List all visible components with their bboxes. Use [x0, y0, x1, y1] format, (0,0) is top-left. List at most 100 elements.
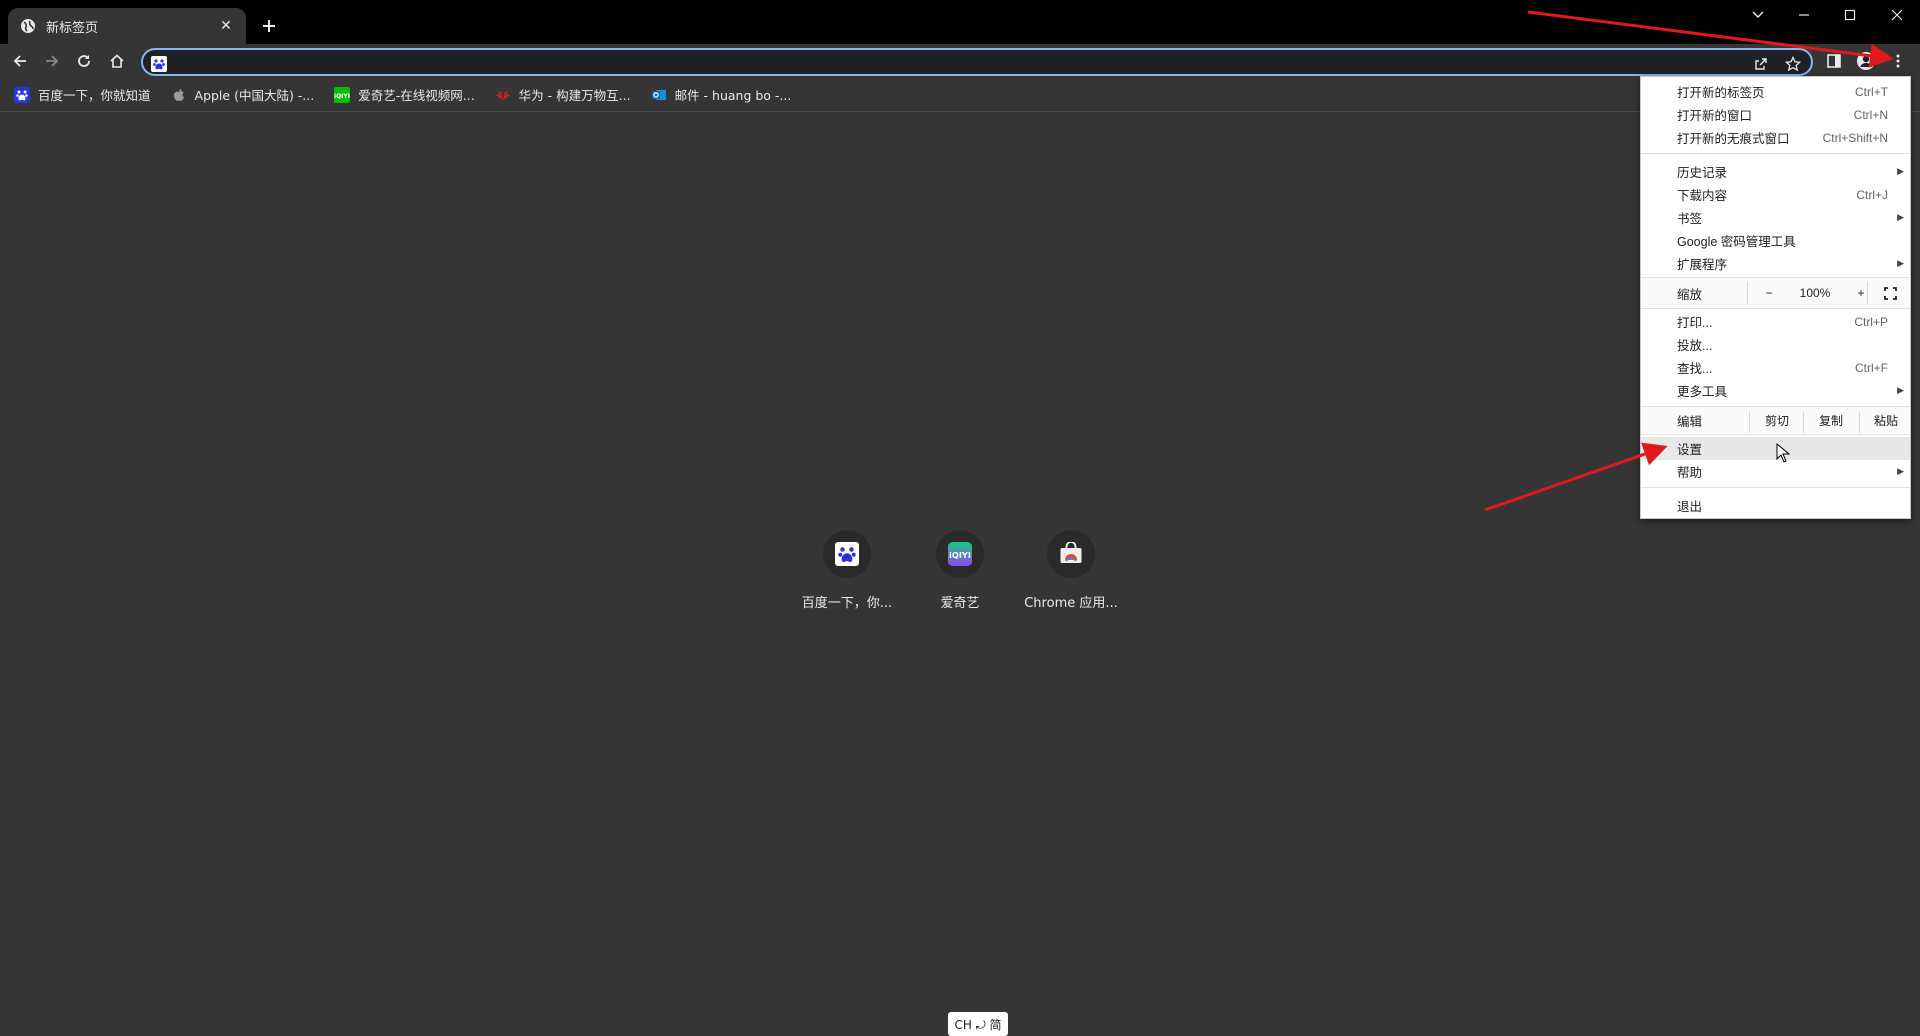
menu-item-incognito[interactable]: 打开新的无痕式窗口 Ctrl+Shift+N	[1641, 126, 1910, 149]
submenu-arrow-icon: ▶	[1897, 466, 1904, 476]
paste-button[interactable]: 粘贴	[1861, 407, 1911, 433]
bookmark-label: Apple (中国大陆) -...	[194, 88, 315, 103]
menu-item-label: Google 密码管理工具	[1677, 235, 1796, 249]
menu-item-extensions[interactable]: 扩展程序 ▶	[1641, 252, 1910, 275]
reload-button[interactable]	[70, 47, 98, 75]
menu-item-downloads[interactable]: 下载内容 Ctrl+J	[1641, 183, 1910, 206]
copy-button[interactable]: 复制	[1805, 407, 1857, 433]
menu-item-more-tools[interactable]: 更多工具 ▶	[1641, 379, 1910, 402]
new-tab-page: 百度一下，你... iQIYI 爱奇艺 Chrome 应用...	[0, 112, 1920, 1036]
shortcut-label: 爱奇艺	[940, 596, 980, 611]
tab-close-icon[interactable]: ✕	[216, 16, 236, 36]
side-panel-button[interactable]	[1820, 47, 1848, 75]
submenu-arrow-icon: ▶	[1897, 258, 1904, 268]
menu-shortcut: Ctrl+Shift+N	[1822, 130, 1888, 145]
outlook-icon	[651, 87, 667, 103]
baidu-icon	[149, 54, 169, 74]
close-icon	[1891, 9, 1903, 21]
apple-icon	[171, 87, 187, 103]
menu-item-help[interactable]: 帮助 ▶	[1641, 460, 1910, 483]
forward-button[interactable]	[38, 47, 66, 75]
share-icon[interactable]	[1751, 54, 1771, 74]
bookmark-label: 华为 - 构建万物互...	[518, 88, 631, 103]
divider	[1867, 282, 1868, 304]
bookmark-item[interactable]: Apple (中国大陆) -...	[167, 82, 323, 108]
minimize-icon	[1799, 14, 1809, 16]
shortcut-tile[interactable]: iQIYI 爱奇艺	[904, 530, 1016, 611]
menu-shortcut: Ctrl+N	[1853, 107, 1888, 122]
close-window-button[interactable]	[1874, 0, 1920, 30]
new-tab-button[interactable]	[256, 13, 282, 39]
tab-search-button[interactable]	[1735, 0, 1781, 30]
menu-separator	[1641, 308, 1910, 309]
side-panel-icon	[1827, 54, 1841, 68]
fullscreen-button[interactable]	[1869, 278, 1911, 308]
baidu-icon	[823, 530, 871, 578]
avatar-icon	[1857, 52, 1875, 70]
menu-item-new-tab[interactable]: 打开新的标签页 Ctrl+T	[1641, 80, 1910, 103]
bookmark-item[interactable]: 百度一下，你就知道	[10, 82, 159, 108]
menu-item-find[interactable]: 查找... Ctrl+F	[1641, 356, 1910, 379]
arrow-left-icon	[13, 55, 26, 67]
home-button[interactable]	[103, 47, 131, 75]
menu-item-label: 打开新的标签页	[1677, 86, 1765, 100]
menu-item-bookmarks[interactable]: 书签 ▶	[1641, 206, 1910, 229]
menu-item-label: 历史记录	[1677, 166, 1728, 180]
submenu-arrow-icon: ▶	[1897, 212, 1904, 222]
chevron-down-icon	[1752, 11, 1764, 18]
tab-new-tab[interactable]: 新标签页 ✕	[8, 8, 246, 44]
profile-button[interactable]	[1852, 47, 1880, 75]
menu-item-history[interactable]: 历史记录 ▶	[1641, 160, 1910, 183]
menu-shortcut: Ctrl+F	[1855, 360, 1888, 375]
divider	[1749, 411, 1750, 433]
bookmark-label: 爱奇艺-在线视频网...	[358, 88, 475, 103]
zoom-out-button[interactable]: −	[1751, 278, 1787, 308]
shortcut-tile[interactable]: Chrome 应用...	[1015, 530, 1127, 611]
menu-item-label: 投放...	[1677, 339, 1713, 353]
iqiyi-icon: iQIYI	[936, 530, 984, 578]
menu-separator	[1641, 153, 1910, 154]
star-icon[interactable]	[1783, 54, 1803, 74]
maximize-icon	[1844, 9, 1856, 21]
menu-item-label: 打开新的窗口	[1677, 109, 1753, 123]
menu-shortcut: Ctrl+T	[1855, 84, 1888, 99]
bookmark-item[interactable]: 邮件 - huang bo -...	[647, 82, 800, 108]
bookmark-item[interactable]: 华为 - 构建万物互...	[491, 82, 639, 108]
menu-item-cast[interactable]: 投放...	[1641, 333, 1910, 356]
submenu-arrow-icon: ▶	[1897, 166, 1904, 176]
huawei-icon	[495, 87, 511, 103]
minimize-button[interactable]	[1781, 0, 1827, 30]
shortcut-label: Chrome 应用...	[1024, 596, 1118, 611]
mouse-cursor-icon	[1776, 443, 1790, 463]
menu-shortcut: Ctrl+J	[1856, 187, 1888, 202]
menu-item-label: 书签	[1677, 212, 1703, 226]
svg-text:iQIYI: iQIYI	[334, 93, 350, 100]
tab-strip: 新标签页 ✕	[0, 0, 1920, 44]
menu-button[interactable]	[1884, 47, 1912, 75]
menu-item-passwords[interactable]: Google 密码管理工具	[1641, 229, 1910, 252]
bookmark-item[interactable]: iQIYI 爱奇艺-在线视频网...	[330, 82, 482, 108]
ime-indicator[interactable]: CH ⤾ 简	[948, 1012, 1008, 1036]
home-icon	[110, 54, 124, 68]
globe-icon	[20, 18, 36, 34]
menu-item-print[interactable]: 打印... Ctrl+P	[1641, 310, 1910, 333]
address-bar[interactable]	[141, 48, 1813, 76]
edit-label: 编辑	[1677, 414, 1703, 429]
fullscreen-icon	[1883, 286, 1897, 300]
back-button[interactable]	[6, 47, 34, 75]
menu-shortcut: Ctrl+P	[1854, 314, 1888, 329]
divider	[1747, 282, 1748, 304]
bookmark-label: 百度一下，你就知道	[38, 88, 151, 103]
reload-icon	[78, 55, 90, 67]
menu-item-label: 打印...	[1677, 316, 1713, 330]
tab-title: 新标签页	[46, 20, 99, 36]
shortcut-tile[interactable]: 百度一下，你...	[791, 530, 903, 611]
menu-item-label: 更多工具	[1677, 385, 1728, 399]
menu-item-exit[interactable]: 退出	[1641, 494, 1910, 517]
chrome-webstore-icon	[1047, 530, 1095, 578]
menu-item-label: 扩展程序	[1677, 258, 1728, 272]
plus-icon	[263, 20, 275, 32]
menu-item-new-window[interactable]: 打开新的窗口 Ctrl+N	[1641, 103, 1910, 126]
maximize-button[interactable]	[1827, 0, 1873, 30]
cut-button[interactable]: 剪切	[1751, 407, 1803, 433]
